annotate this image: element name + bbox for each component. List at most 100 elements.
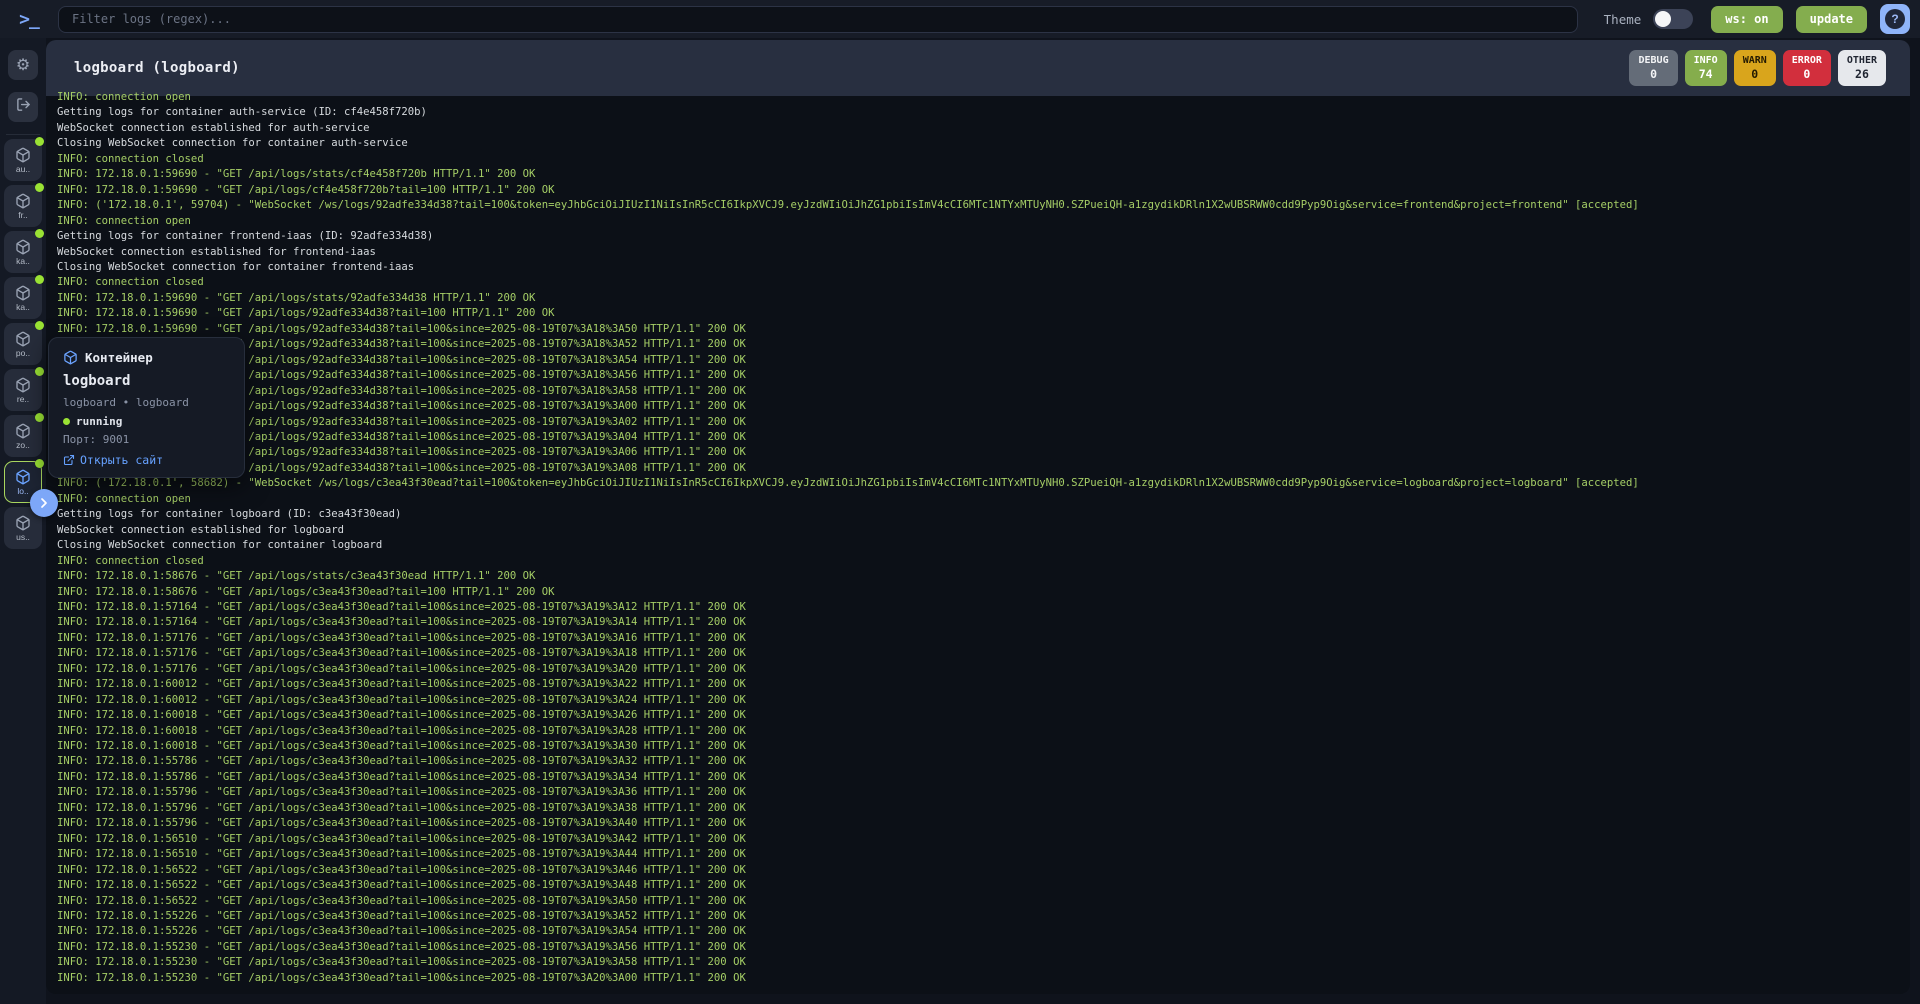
open-site-label: Открыть сайт	[80, 453, 163, 467]
log-line: INFO: 172.18.0.1:55226 - "GET /api/logs/…	[57, 909, 1910, 924]
badge-other: OTHER26	[1838, 50, 1886, 86]
log-line: INFO: 172.18.0.1:59690 - "GET /api/logs/…	[57, 306, 1910, 321]
running-dot	[35, 413, 44, 422]
log-line: INFO: connection open	[57, 214, 1910, 229]
sidebar-item-zo[interactable]: zo..	[4, 415, 42, 457]
log-line: INFO: 172.18.0.1:59690 - "GET /api/logs/…	[57, 167, 1910, 182]
container-cube-icon	[15, 193, 31, 209]
sidebar-item-fr[interactable]: fr..	[4, 185, 42, 227]
container-cube-icon	[15, 331, 31, 347]
help-button[interactable]: ?	[1880, 4, 1910, 34]
log-output[interactable]: INFO: connection openGetting logs for co…	[46, 90, 1910, 994]
chevron-right-icon	[36, 495, 52, 511]
log-line: INFO: 172.18.0.1:59690 - "GET /api/logs/…	[57, 430, 1910, 445]
theme-label: Theme	[1604, 12, 1642, 27]
log-line: INFO: 172.18.0.1:58676 - "GET /api/logs/…	[57, 569, 1910, 584]
log-line: Closing WebSocket connection for contain…	[57, 136, 1910, 151]
sidebar-item-label: ka..	[16, 256, 30, 266]
tooltip-header: Контейнер	[63, 350, 230, 365]
running-dot	[35, 367, 44, 376]
log-line: INFO: 172.18.0.1:59690 - "GET /api/logs/…	[57, 399, 1910, 414]
badge-warn: WARN0	[1734, 50, 1776, 86]
badge-error: ERROR0	[1783, 50, 1831, 86]
log-line: INFO: 172.18.0.1:60018 - "GET /api/logs/…	[57, 739, 1910, 754]
tooltip-container-name: logboard	[63, 373, 230, 389]
log-line: INFO: ('172.18.0.1', 59704) - "WebSocket…	[57, 198, 1910, 213]
log-line: INFO: connection closed	[57, 554, 1910, 569]
topbar: >_ Theme ws: on update ?	[0, 0, 1920, 38]
running-dot	[35, 183, 44, 192]
log-line: INFO: 172.18.0.1:56522 - "GET /api/logs/…	[57, 863, 1910, 878]
sidebar-expand-button[interactable]	[30, 489, 58, 517]
log-line: INFO: connection open	[57, 90, 1910, 105]
sidebar-item-re[interactable]: re..	[4, 369, 42, 411]
log-line: INFO: 172.18.0.1:57164 - "GET /api/logs/…	[57, 615, 1910, 630]
log-line: INFO: 172.18.0.1:57176 - "GET /api/logs/…	[57, 631, 1910, 646]
log-line: INFO: 172.18.0.1:55796 - "GET /api/logs/…	[57, 801, 1910, 816]
log-line: INFO: 172.18.0.1:55796 - "GET /api/logs/…	[57, 785, 1910, 800]
ws-toggle-button[interactable]: ws: on	[1711, 6, 1782, 33]
log-line: INFO: 172.18.0.1:56510 - "GET /api/logs/…	[57, 847, 1910, 862]
level-badges: DEBUG0INFO74WARN0ERROR0OTHER26	[1629, 50, 1886, 86]
tooltip-port: Порт: 9001	[63, 433, 230, 446]
tooltip-subtitle: logboard • logboard	[63, 396, 230, 409]
sidebar-item-ka[interactable]: ka..	[4, 231, 42, 273]
log-line: INFO: 172.18.0.1:60018 - "GET /api/logs/…	[57, 724, 1910, 739]
log-line: WebSocket connection established for fro…	[57, 245, 1910, 260]
log-line: INFO: connection closed	[57, 152, 1910, 167]
log-line: INFO: 172.18.0.1:60012 - "GET /api/logs/…	[57, 677, 1910, 692]
sidebar-container-list: au.. fr.. ka.. ka.. po.. re.. zo.. lo.. us..	[4, 135, 42, 549]
log-line: INFO: 172.18.0.1:55786 - "GET /api/logs/…	[57, 770, 1910, 785]
log-line: INFO: 172.18.0.1:57176 - "GET /api/logs/…	[57, 646, 1910, 661]
tooltip-title: Контейнер	[85, 350, 153, 365]
log-line: INFO: ('172.18.0.1', 58682) - "WebSocket…	[57, 476, 1910, 491]
container-cube-icon	[15, 377, 31, 393]
log-line: INFO: 172.18.0.1:60012 - "GET /api/logs/…	[57, 693, 1910, 708]
log-line: INFO: 172.18.0.1:55230 - "GET /api/logs/…	[57, 971, 1910, 986]
log-line: WebSocket connection established for log…	[57, 523, 1910, 538]
log-line: Closing WebSocket connection for contain…	[57, 260, 1910, 275]
container-cube-icon	[15, 423, 31, 439]
sidebar-item-label: re..	[17, 394, 29, 404]
log-line: Closing WebSocket connection for contain…	[57, 538, 1910, 553]
page-title: logboard (logboard)	[74, 60, 240, 76]
container-cube-icon	[15, 469, 31, 485]
log-line: INFO: 172.18.0.1:58676 - "GET /api/logs/…	[57, 585, 1910, 600]
log-line: INFO: 172.18.0.1:55226 - "GET /api/logs/…	[57, 924, 1910, 939]
toggle-knob	[1655, 11, 1671, 27]
terminal-prompt-icon: >_	[0, 9, 58, 30]
theme-toggle[interactable]	[1653, 9, 1693, 29]
sidebar: ⚙ au.. fr.. ka.. ka.. po.. re.. zo.. lo.. us..	[0, 38, 46, 1004]
sidebar-item-label: lo..	[17, 486, 28, 496]
container-cube-icon	[15, 147, 31, 163]
filter-input[interactable]	[58, 6, 1578, 33]
update-button[interactable]: update	[1796, 6, 1867, 33]
logout-icon	[16, 97, 31, 117]
log-line: INFO: connection closed	[57, 275, 1910, 290]
badge-info: INFO74	[1685, 50, 1727, 86]
sidebar-item-po[interactable]: po..	[4, 323, 42, 365]
badge-debug: DEBUG0	[1629, 50, 1677, 86]
sidebar-item-ka[interactable]: ka..	[4, 277, 42, 319]
container-cube-icon	[15, 285, 31, 301]
logout-button[interactable]	[8, 92, 38, 122]
log-line: INFO: 172.18.0.1:59690 - "GET /api/logs/…	[57, 183, 1910, 198]
question-mark-icon: ?	[1885, 9, 1905, 29]
log-line: INFO: connection open	[57, 492, 1910, 507]
container-cube-icon	[15, 239, 31, 255]
running-dot	[35, 275, 44, 284]
log-line: INFO: 172.18.0.1:59690 - "GET /api/logs/…	[57, 445, 1910, 460]
tooltip-status: running	[63, 415, 230, 428]
running-dot	[35, 229, 44, 238]
log-line: INFO: 172.18.0.1:57164 - "GET /api/logs/…	[57, 600, 1910, 615]
sidebar-item-au[interactable]: au..	[4, 139, 42, 181]
open-site-link[interactable]: Открыть сайт	[63, 453, 230, 467]
log-line: WebSocket connection established for aut…	[57, 121, 1910, 136]
settings-button[interactable]: ⚙	[8, 50, 38, 80]
sidebar-item-label: ka..	[16, 302, 30, 312]
sidebar-item-label: zo..	[16, 440, 30, 450]
status-text: running	[76, 415, 122, 428]
log-line: INFO: 172.18.0.1:59690 - "GET /api/logs/…	[57, 368, 1910, 383]
sidebar-item-label: us..	[16, 532, 30, 542]
log-line: INFO: 172.18.0.1:55786 - "GET /api/logs/…	[57, 754, 1910, 769]
